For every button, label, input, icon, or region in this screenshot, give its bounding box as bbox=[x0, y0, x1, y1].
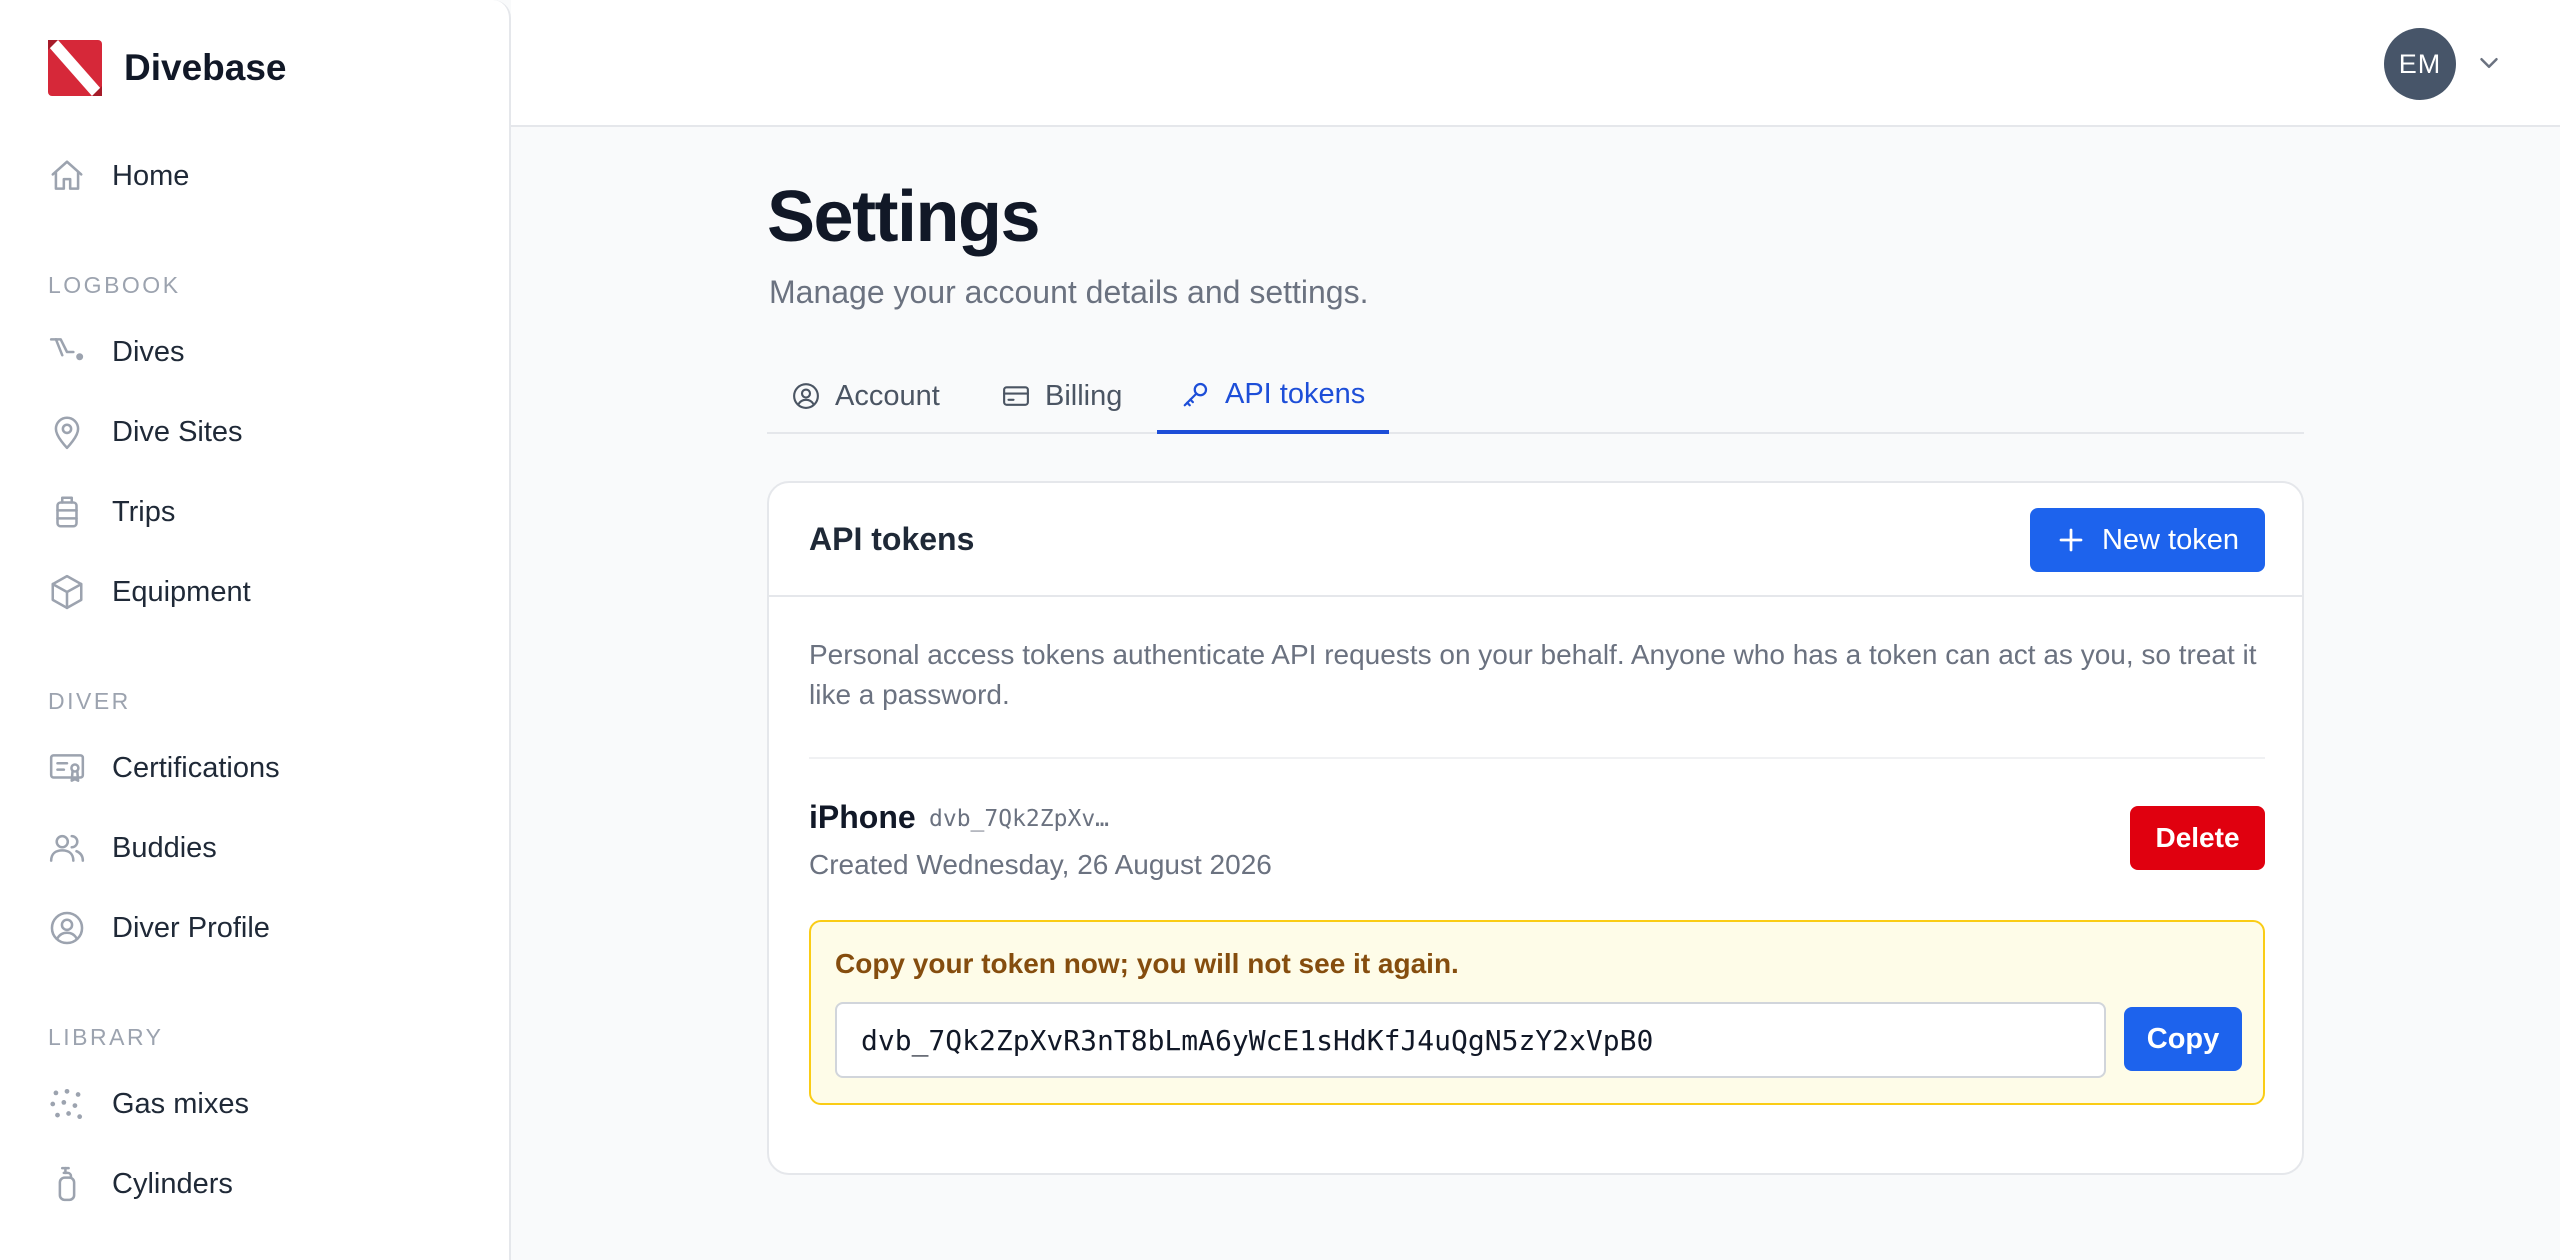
key-icon bbox=[1183, 382, 1208, 407]
card-description: Personal access tokens authenticate API … bbox=[809, 639, 2257, 710]
cube-icon bbox=[51, 574, 83, 610]
new-token-label: New token bbox=[2101, 523, 2239, 556]
brand-name: Divebase bbox=[124, 47, 287, 88]
user-circle-icon bbox=[50, 911, 84, 945]
sidebar-item-dives[interactable]: Dives bbox=[48, 324, 468, 380]
sidebar-item-label: Certifications bbox=[112, 751, 280, 784]
sidebar-item-gas-mixes[interactable]: Gas mixes bbox=[48, 1076, 468, 1132]
credit-card-icon bbox=[1003, 386, 1029, 406]
sidebar-item-equipment[interactable]: Equipment bbox=[48, 564, 468, 620]
sidebar-item-label: Buddies bbox=[112, 831, 217, 864]
copy-token-notice: Copy your token now; you will not see it… bbox=[809, 920, 2265, 1105]
dots-grid-icon bbox=[50, 1088, 83, 1120]
sidebar-item-buddies[interactable]: Buddies bbox=[48, 820, 468, 876]
section-label-diver: DIVER bbox=[48, 688, 131, 714]
delete-token-button[interactable]: Delete bbox=[2130, 806, 2265, 870]
luggage-icon bbox=[56, 496, 78, 528]
token-created-date: Created Wednesday, 26 August 2026 bbox=[809, 849, 1272, 880]
certificate-icon bbox=[49, 754, 85, 782]
sidebar-item-label: Dive Sites bbox=[112, 415, 243, 448]
sidebar-item-label: Trips bbox=[112, 495, 176, 528]
divider bbox=[809, 757, 2265, 759]
token-prefix: dvb_7Qk2ZpXv… bbox=[929, 806, 1110, 832]
section-label-library: LIBRARY bbox=[48, 1024, 164, 1050]
sidebar-item-label: Equipment bbox=[112, 575, 251, 608]
sidebar-item-cylinders[interactable]: Cylinders bbox=[48, 1156, 468, 1212]
tab-label: Account bbox=[835, 379, 940, 412]
card-title: API tokens bbox=[809, 521, 975, 557]
tab-account[interactable]: Account bbox=[767, 358, 964, 434]
chevron-down-icon[interactable] bbox=[2474, 48, 2504, 78]
dive-path-icon bbox=[49, 338, 84, 361]
sidebar-item-diver-profile[interactable]: Diver Profile bbox=[48, 900, 468, 956]
sidebar-item-trips[interactable]: Trips bbox=[48, 484, 468, 540]
sidebar-item-dive-sites[interactable]: Dive Sites bbox=[48, 404, 468, 460]
sidebar-item-certifications[interactable]: Certifications bbox=[48, 740, 468, 796]
plus-icon bbox=[2059, 528, 2083, 552]
brand[interactable]: Divebase bbox=[48, 40, 287, 96]
page-title: Settings bbox=[767, 177, 1041, 257]
tab-billing[interactable]: Billing bbox=[977, 358, 1146, 434]
avatar[interactable]: EM bbox=[2384, 28, 2456, 100]
top-bar bbox=[511, 0, 2560, 127]
api-tokens-card: API tokens New token Personal access tok… bbox=[767, 481, 2304, 1175]
section-label-logbook: LOGBOOK bbox=[48, 272, 181, 298]
copy-button[interactable]: Copy bbox=[2124, 1007, 2242, 1071]
sidebar-item-label: Gas mixes bbox=[112, 1087, 249, 1120]
sidebar-item-label: Cylinders bbox=[112, 1167, 233, 1200]
home-icon bbox=[51, 160, 83, 190]
new-token-button[interactable]: New token bbox=[2030, 508, 2265, 572]
sidebar-item-label: Diver Profile bbox=[112, 911, 270, 944]
tab-label: API tokens bbox=[1225, 377, 1366, 410]
page-subtitle: Manage your account details and settings… bbox=[769, 274, 1369, 310]
card-header: API tokens New token bbox=[769, 483, 2302, 597]
notice-text: Copy your token now; you will not see it… bbox=[835, 948, 1459, 979]
token-name: iPhone bbox=[809, 799, 916, 835]
tab-api-tokens[interactable]: API tokens bbox=[1157, 358, 1390, 434]
sidebar-item-label: Home bbox=[112, 159, 190, 192]
token-value-field[interactable] bbox=[835, 1002, 2106, 1078]
cylinder-icon bbox=[58, 1166, 76, 1202]
sidebar: Divebase Home LOGBOOK Dives Dive Sites T… bbox=[0, 0, 511, 1260]
sidebar-item-label: Dives bbox=[112, 335, 185, 368]
app-root: Divebase Home LOGBOOK Dives Dive Sites T… bbox=[0, 0, 2560, 1260]
users-icon bbox=[49, 834, 85, 862]
settings-tabs: Account Billing API tokens bbox=[767, 358, 2304, 434]
user-circle-icon bbox=[793, 383, 819, 409]
sidebar-item-home[interactable]: Home bbox=[48, 148, 468, 204]
dive-flag-logo bbox=[48, 40, 102, 96]
tab-label: Billing bbox=[1045, 379, 1123, 412]
map-pin-icon bbox=[54, 416, 80, 450]
